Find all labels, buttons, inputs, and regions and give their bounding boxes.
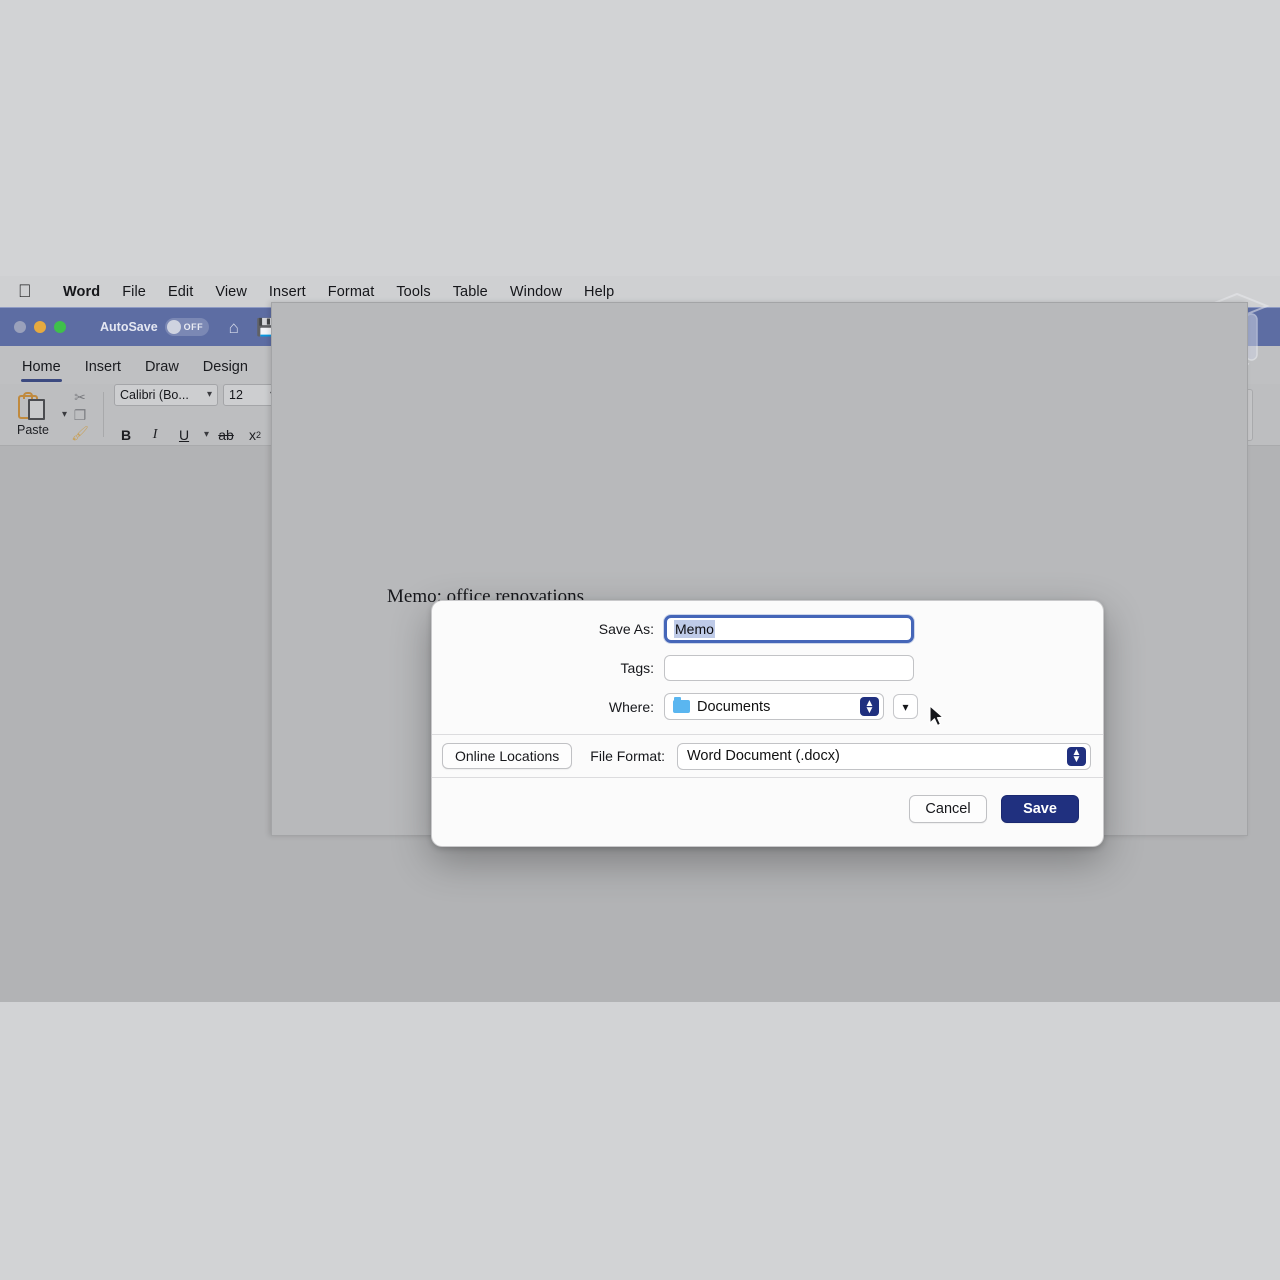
save-as-dialog: Save As: Memo Tags: Where: Documents ▲▼ … xyxy=(431,600,1104,847)
online-locations-label: Online Locations xyxy=(455,748,559,764)
tags-input[interactable] xyxy=(664,655,914,681)
save-as-label: Save As: xyxy=(432,621,664,637)
menu-item-format[interactable]: Format xyxy=(317,284,386,300)
file-format-dropdown[interactable]: Word Document (.docx) ▲▼ xyxy=(677,743,1091,770)
menu-item-insert[interactable]: Insert xyxy=(258,284,317,300)
paste-label: Paste xyxy=(17,423,49,437)
stepper-up-down-icon: ▲▼ xyxy=(860,697,879,716)
where-label: Where: xyxy=(432,699,664,715)
stepper-up-down-icon: ▲▼ xyxy=(1067,747,1086,766)
save-as-input[interactable]: Memo xyxy=(664,615,914,643)
cancel-button[interactable]: Cancel xyxy=(909,795,987,823)
clipboard-mini-buttons: ✂ ❐ 🖌 xyxy=(67,390,93,440)
dialog-actions: Cancel Save xyxy=(432,778,1103,840)
where-dropdown[interactable]: Documents ▲▼ xyxy=(664,693,884,720)
menu-item-edit[interactable]: Edit xyxy=(157,284,204,300)
font-family-combo[interactable]: Calibri (Bo... ▾ xyxy=(114,384,218,406)
menu-item-file[interactable]: File xyxy=(111,284,157,300)
menu-item-window[interactable]: Window xyxy=(499,284,573,300)
underline-chevron-down-icon[interactable]: ▾ xyxy=(204,429,209,440)
folder-icon xyxy=(673,700,690,713)
online-locations-button[interactable]: Online Locations xyxy=(442,743,572,769)
menu-item-view[interactable]: View xyxy=(204,284,258,300)
ribbon-divider xyxy=(103,392,104,437)
cancel-label: Cancel xyxy=(925,801,970,817)
tags-label: Tags: xyxy=(432,660,664,676)
chevron-down-icon: ▾ xyxy=(902,700,908,714)
apple-logo-icon[interactable]:  xyxy=(18,282,44,300)
underline-button[interactable]: U xyxy=(172,424,196,446)
subscript-button[interactable]: x2 xyxy=(243,424,267,446)
menu-item-word[interactable]: Word xyxy=(52,284,111,300)
where-value: Documents xyxy=(697,699,770,715)
strikethrough-button[interactable]: ab xyxy=(214,424,238,446)
save-button[interactable]: Save xyxy=(1001,795,1079,823)
format-painter-icon[interactable]: 🖌 xyxy=(71,426,89,440)
font-size-value: 12 xyxy=(229,388,243,402)
menu-item-help[interactable]: Help xyxy=(573,284,625,300)
clipboard-group: Paste ▾ ✂ ❐ 🖌 xyxy=(0,384,100,445)
paste-icon xyxy=(16,392,50,422)
tab-home[interactable]: Home xyxy=(10,359,73,384)
expand-browser-button[interactable]: ▾ xyxy=(893,694,918,719)
chevron-down-icon: ▾ xyxy=(207,389,212,400)
file-format-value: Word Document (.docx) xyxy=(687,748,840,764)
font-family-value: Calibri (Bo... xyxy=(120,388,189,402)
save-as-value: Memo xyxy=(674,620,715,638)
file-format-bar: Online Locations File Format: Word Docum… xyxy=(432,734,1103,778)
italic-button[interactable]: I xyxy=(143,424,167,446)
file-format-label: File Format: xyxy=(590,748,665,764)
where-row: Where: Documents ▲▼ ▾ xyxy=(432,693,1103,720)
save-dialog-fields: Save As: Memo Tags: Where: Documents ▲▼ … xyxy=(432,601,1103,734)
paste-button[interactable]: Paste xyxy=(7,392,59,437)
tags-row: Tags: xyxy=(432,655,1103,681)
save-label: Save xyxy=(1023,801,1057,817)
menu-item-table[interactable]: Table xyxy=(442,284,499,300)
save-as-row: Save As: Memo xyxy=(432,615,1103,643)
menu-item-tools[interactable]: Tools xyxy=(385,284,441,300)
copy-icon[interactable]: ❐ xyxy=(74,408,87,422)
cut-scissors-icon[interactable]: ✂ xyxy=(74,390,86,404)
bold-button[interactable]: B xyxy=(114,424,138,446)
